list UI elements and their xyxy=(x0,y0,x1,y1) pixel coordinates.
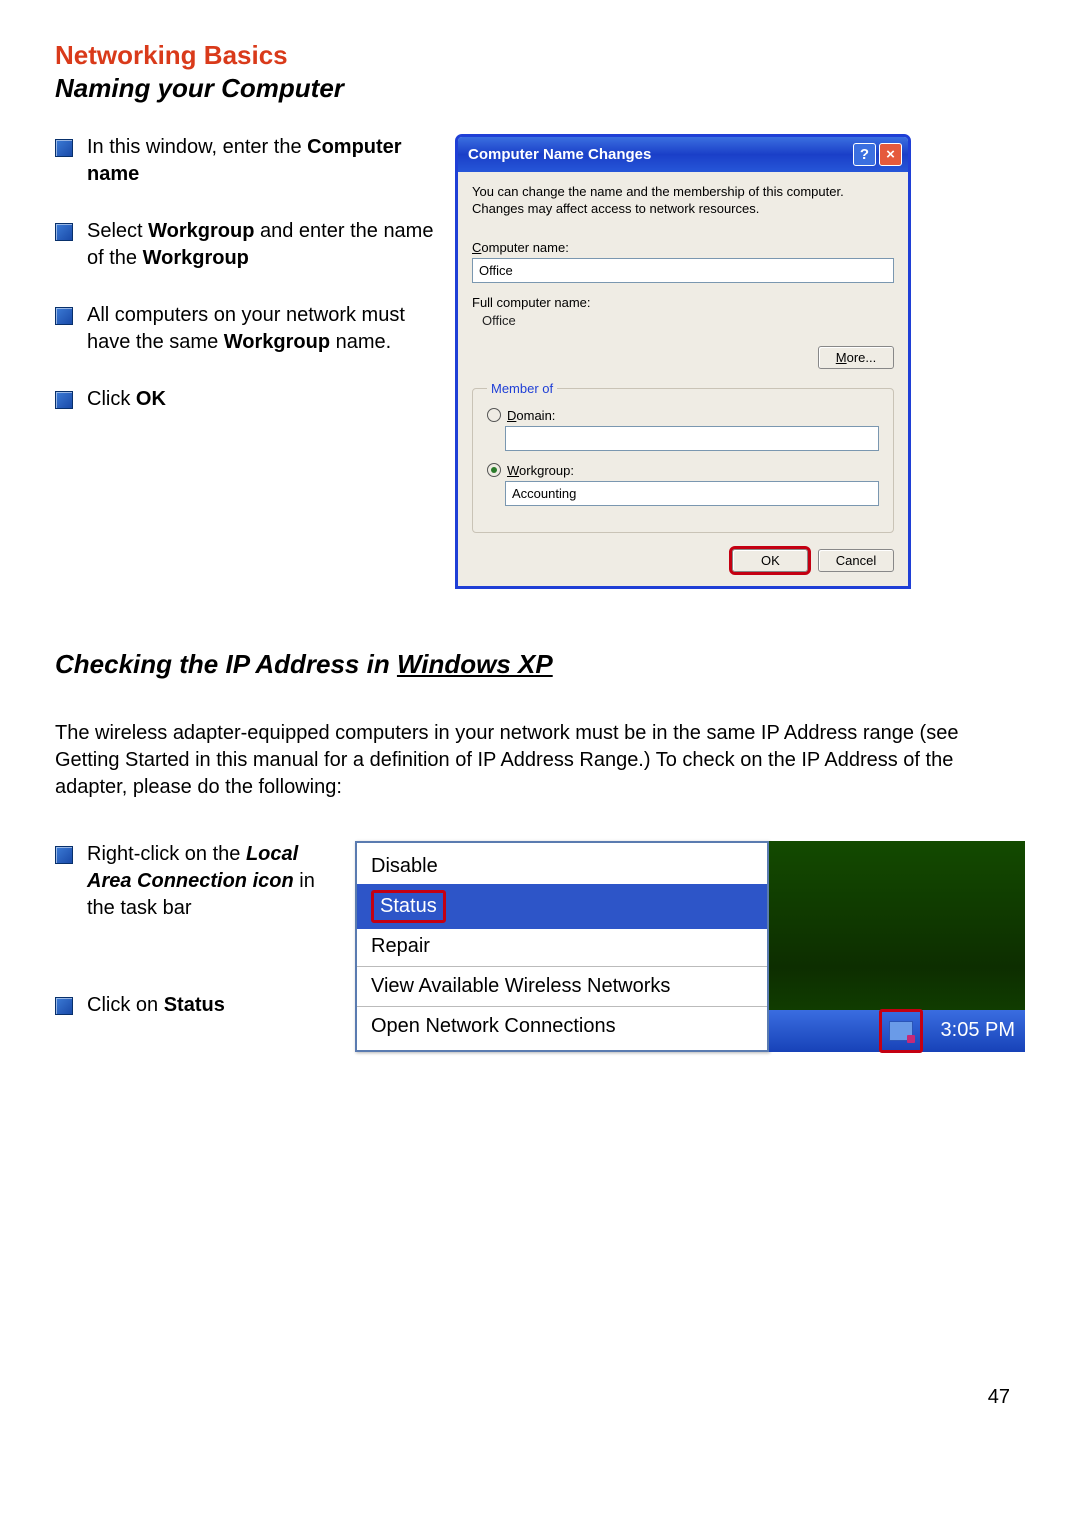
taskbar: 3:05 PM xyxy=(769,1010,1025,1052)
menu-item-view-networks[interactable]: View Available Wireless Networks xyxy=(357,969,767,1004)
menu-item-disable[interactable]: Disable xyxy=(357,849,767,884)
screenshot-context-menu: Disable Status Repair View Available Wir… xyxy=(355,841,1025,1052)
computer-name-input[interactable] xyxy=(472,258,894,283)
bottom-row: Right-click on the Local Area Connection… xyxy=(55,841,1025,1052)
network-tray-icon[interactable] xyxy=(879,1009,923,1053)
bullet-icon xyxy=(55,391,73,409)
menu-separator xyxy=(357,1006,767,1007)
menu-item-repair[interactable]: Repair xyxy=(357,929,767,964)
bullet-item: Click on Status xyxy=(55,992,335,1019)
top-row: In this window, enter the Computer name … xyxy=(55,134,1025,589)
menu-item-status[interactable]: Status xyxy=(357,884,767,929)
section-subtitle: Naming your Computer xyxy=(55,73,1025,104)
bullet-item: In this window, enter the Computer name xyxy=(55,134,435,188)
domain-radio-row[interactable]: Domain: xyxy=(487,408,879,423)
section2-body: The wireless adapter-equipped computers … xyxy=(55,720,1025,801)
member-of-fieldset: Member of Domain: Workgroup: xyxy=(472,381,894,533)
menu-item-open-connections[interactable]: Open Network Connections xyxy=(357,1009,767,1044)
document-page: Networking Basics Naming your Computer I… xyxy=(0,0,1080,1052)
context-menu: Disable Status Repair View Available Wir… xyxy=(355,841,769,1052)
radio-icon xyxy=(487,463,501,477)
desktop-area: 3:05 PM xyxy=(769,841,1025,1052)
bullet-icon xyxy=(55,139,73,157)
computer-name-label: Computer name: xyxy=(472,240,894,255)
workgroup-input[interactable] xyxy=(505,481,879,506)
instruction-list-2: Right-click on the Local Area Connection… xyxy=(55,841,335,1049)
fieldset-legend: Member of xyxy=(487,381,557,396)
dialog-title: Computer Name Changes xyxy=(468,146,651,163)
bullet-item: Right-click on the Local Area Connection… xyxy=(55,841,335,922)
bullet-icon xyxy=(55,846,73,864)
help-icon[interactable]: ? xyxy=(853,143,876,166)
full-name-value: Office xyxy=(472,313,894,328)
cancel-button[interactable]: Cancel xyxy=(818,549,894,572)
monitor-icon xyxy=(889,1021,913,1041)
instruction-list: In this window, enter the Computer name … xyxy=(55,134,435,589)
ok-button[interactable]: OK xyxy=(732,549,808,572)
close-icon[interactable]: × xyxy=(879,143,902,166)
xp-dialog: Computer Name Changes ? × You can change… xyxy=(455,134,911,589)
bullet-item: Click OK xyxy=(55,386,435,413)
screenshot-dialog: Computer Name Changes ? × You can change… xyxy=(455,134,1025,589)
bullet-icon xyxy=(55,997,73,1015)
clock: 3:05 PM xyxy=(941,1019,1015,1042)
bullet-icon xyxy=(55,307,73,325)
bullet-item: Select Workgroup and enter the name of t… xyxy=(55,218,435,272)
dialog-titlebar: Computer Name Changes ? × xyxy=(458,137,908,172)
page-number: 47 xyxy=(988,1386,1010,1409)
bullet-icon xyxy=(55,223,73,241)
section-heading: Networking Basics xyxy=(55,40,1025,71)
domain-input[interactable] xyxy=(505,426,879,451)
more-button[interactable]: More... xyxy=(818,346,894,369)
section2-heading: Checking the IP Address in Windows XP xyxy=(55,649,1025,680)
full-name-label: Full computer name: xyxy=(472,295,894,310)
workgroup-radio-row[interactable]: Workgroup: xyxy=(487,463,879,478)
bullet-item: All computers on your network must have … xyxy=(55,302,435,356)
menu-separator xyxy=(357,966,767,967)
dialog-description: You can change the name and the membersh… xyxy=(472,184,894,218)
radio-icon xyxy=(487,408,501,422)
